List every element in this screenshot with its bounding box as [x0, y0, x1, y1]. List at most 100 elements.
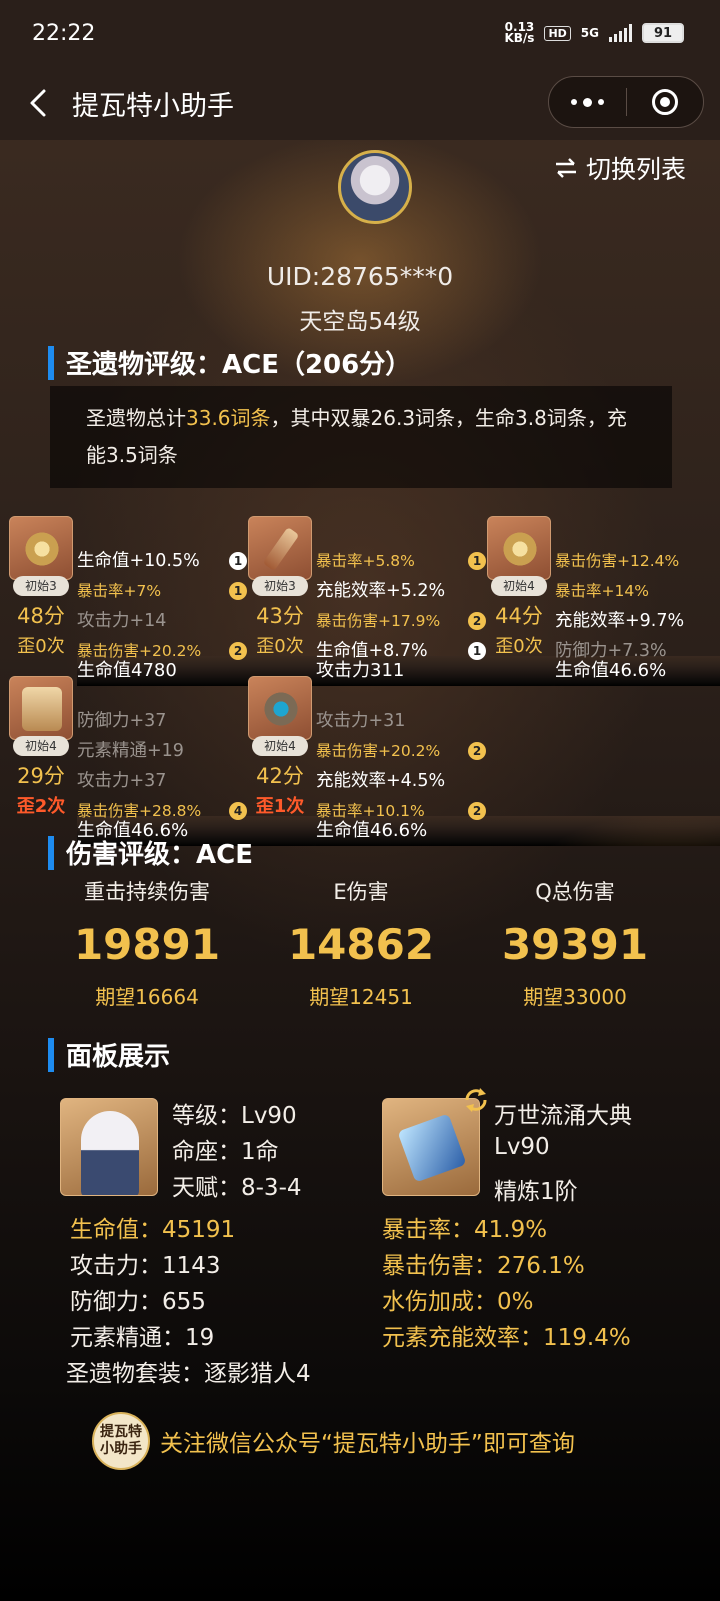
artifact-stat-text: 攻击力+37	[77, 771, 167, 791]
roll-count-badge: 2	[229, 642, 247, 660]
roll-count-badge: 4	[229, 802, 247, 820]
roll-count-badge: 2	[468, 742, 486, 760]
switch-list-label: 切换列表	[585, 155, 686, 184]
artifact-stats: 生命值46.6%暴击伤害+12.4%1暴击率+14%4充能效率+9.7%1防御力…	[555, 516, 720, 686]
stat-def: 防御力：655	[70, 1289, 206, 1315]
switch-arrows-icon	[555, 158, 576, 178]
artifact-score: 48分	[17, 604, 65, 628]
artifact-stat-row: 生命值+8.7% 1	[316, 636, 486, 666]
damage-label: E伤害	[333, 880, 389, 904]
weapon-name: 万世流涌大典	[494, 1103, 632, 1129]
artifact-stat-text: 暴击伤害+28.8%	[77, 802, 202, 820]
roll-count-badge: 2	[468, 802, 486, 820]
artifact-stat-text: 暴击率+7%	[77, 582, 162, 600]
artifact-set: 圣遗物套装：逐影猎人4	[66, 1361, 311, 1387]
artifact-wai: 歪1次	[255, 796, 305, 817]
artifact-plume-icon	[248, 516, 312, 580]
artifact-stat-row: 防御力+37	[77, 706, 247, 736]
damage-item: Q总伤害 39391 期望33000	[470, 876, 680, 1010]
refresh-icon[interactable]	[462, 1086, 490, 1114]
damage-label: 重击持续伤害	[84, 880, 210, 904]
character-talent: 天赋：8-3-4	[172, 1175, 302, 1201]
damage-rating-title: 伤害评级：ACE	[48, 834, 253, 871]
artifact-stat-row: 攻击力+14	[77, 606, 247, 636]
more-menu-icon[interactable]	[549, 77, 626, 127]
artifact-stat-row: 充能效率+4.5%	[316, 766, 486, 796]
artifact-stat-text: 暴击率+14%	[555, 582, 649, 600]
artifact-stat-row: 暴击伤害+17.9% 2	[316, 606, 486, 636]
nav-bar: 提瓦特小助手	[0, 66, 720, 140]
artifact-stat-text: 充能效率+4.5%	[316, 771, 446, 791]
roll-count-badge: 1	[468, 642, 486, 660]
artifact-stat-text: 生命值+10.5%	[77, 551, 200, 571]
nav-title: 提瓦特小助手	[72, 91, 234, 122]
player-avatar	[338, 150, 412, 250]
artifact-stat-text: 攻击力+14	[77, 611, 167, 631]
artifact-stat-row: 暴击率+10.1% 2	[316, 796, 486, 826]
artifact-wai: 歪0次	[495, 636, 543, 657]
damage-label: Q总伤害	[535, 880, 615, 904]
artifact-tag: 初始4	[252, 736, 308, 756]
back-icon[interactable]	[26, 88, 52, 118]
character-level: 等级：Lv90	[172, 1103, 297, 1129]
damage-expected: 期望33000	[523, 985, 627, 1009]
artifact-stat-row: 攻击力+31	[316, 706, 486, 736]
artifact-card[interactable]: 初始3 48分 歪0次 生命值4780 生命值+10.5% 1 暴击率+7% 1 攻击力+…	[9, 516, 720, 686]
artifact-card[interactable]: 初始3 43分 歪0次 攻击力311 暴击率+5.8% 1 充能效率+5.2% 暴击伤害…	[248, 516, 720, 686]
artifact-score: 43分	[256, 604, 304, 628]
artifact-stats: 生命值46.6% 攻击力+31 暴击伤害+20.2% 2 充能效率+4.5% 暴击率+10…	[316, 676, 720, 846]
artifact-rating-title: 圣遗物评级：ACE（206分）	[48, 344, 411, 381]
artifact-stats: 生命值46.6% 防御力+37 元素精通+19 攻击力+37 暴击伤害+28.8% 4	[77, 676, 720, 846]
artifact-wai: 歪2次	[16, 796, 66, 817]
artifact-stat-row: 充能效率+9.7%1	[555, 606, 720, 636]
artifact-goblet-icon	[9, 676, 73, 740]
roll-count-badge: 2	[468, 612, 486, 630]
artifact-tag: 初始3	[252, 576, 308, 596]
weapon-level: Lv90	[494, 1134, 550, 1160]
artifact-stat-text: 暴击伤害+20.2%	[77, 642, 202, 660]
artifact-stat-row: 暴击伤害+28.8% 4	[77, 796, 247, 826]
panel-title: 面板展示	[48, 1036, 170, 1073]
artifact-stat-text: 生命值+8.7%	[316, 641, 428, 661]
artifact-stat-text: 暴击伤害+17.9%	[316, 612, 441, 630]
character-portrait	[60, 1098, 158, 1196]
artifact-stat-text: 充能效率+9.7%	[555, 611, 685, 631]
artifact-stat-text: 元素精通+19	[77, 741, 184, 761]
artifact-stat-row: 暴击伤害+12.4%1	[555, 546, 720, 576]
weapon-refine: 精炼1阶	[494, 1179, 578, 1205]
artifact-card[interactable]: 初始4 44分 歪0次 生命值46.6%暴击伤害+12.4%1暴击率+14%4充…	[487, 516, 720, 686]
app-logo: 提瓦特小助手	[92, 1412, 150, 1470]
stat-hydro-bonus: 水伤加成：0%	[382, 1289, 534, 1315]
damage-expected: 期望16664	[95, 985, 199, 1009]
artifact-card[interactable]: 初始4 29分 歪2次 生命值46.6% 防御力+37 元素精通+19 攻击力+37 暴…	[9, 676, 720, 846]
player-level: 天空岛54级	[299, 309, 421, 335]
network-speed: 0.13 KB/s	[504, 20, 535, 45]
switch-list-button[interactable]: 切换列表	[554, 150, 686, 186]
close-miniprogram-icon[interactable]	[627, 77, 704, 127]
artifact-card[interactable]: 初始4 42分 歪1次 生命值46.6% 攻击力+31 暴击伤害+20.2% 2 充能效…	[248, 676, 720, 846]
character-constellation: 命座：1命	[172, 1139, 279, 1165]
damage-value: 39391	[501, 920, 649, 969]
artifact-score: 44分	[495, 604, 543, 628]
artifact-stat-text: 暴击伤害+12.4%	[555, 552, 680, 570]
artifact-score: 29分	[17, 764, 65, 788]
damage-expected: 期望12451	[309, 985, 413, 1009]
footer-promo[interactable]: 提瓦特小助手 关注微信公众号“提瓦特小助手”即可查询	[92, 1412, 575, 1470]
artifact-stat-row: 充能效率+5.2%	[316, 576, 486, 606]
artifact-tag: 初始4	[491, 576, 547, 596]
artifact-stat-row: 暴击伤害+20.2% 2	[77, 636, 247, 666]
damage-value: 14862	[287, 920, 435, 969]
roll-count-badge: 1	[229, 582, 247, 600]
player-uid: UID:28765***0	[266, 262, 454, 291]
stat-energy-recharge: 元素充能效率：119.4%	[382, 1325, 631, 1351]
damage-item: 重击持续伤害 19891 期望16664	[42, 876, 252, 1010]
damage-item: E伤害 14862 期望12451	[256, 876, 466, 1010]
artifact-tag: 初始3	[13, 576, 69, 596]
artifact-stat-text: 暴击伤害+20.2%	[316, 742, 441, 760]
stat-em: 元素精通：19	[70, 1325, 215, 1351]
damage-value: 19891	[73, 920, 221, 969]
artifact-tag: 初始4	[13, 736, 69, 756]
artifact-stat-text: 防御力+37	[77, 711, 167, 731]
artifact-stat-row: 元素精通+19	[77, 736, 247, 766]
artifact-summary: 圣遗物总计33.6词条，其中双暴26.3词条，生命3.8词条，充能3.5词条	[50, 386, 672, 488]
